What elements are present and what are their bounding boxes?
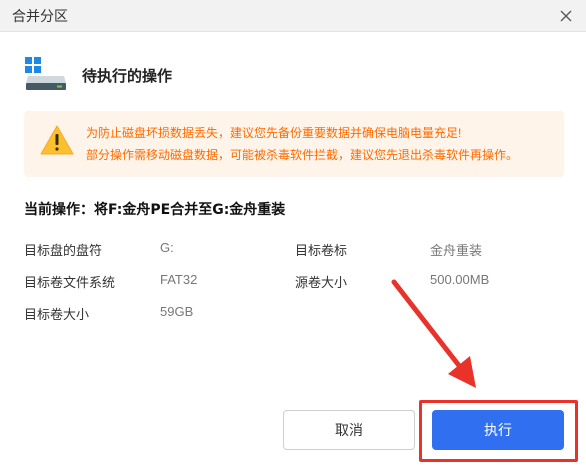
- filesystem-value: FAT32: [160, 272, 198, 287]
- warning-text-line-1: 为防止磁盘坏损数据丢失，建议您先备份重要数据并确保电脑电量充足!: [86, 126, 462, 140]
- filesystem-label: 目标卷文件系统: [24, 276, 116, 291]
- source-size-value: 500.00MB: [430, 272, 490, 287]
- cancel-button[interactable]: 取消: [283, 410, 415, 450]
- windows-disk-icon: [25, 57, 66, 90]
- warning-box: 为防止磁盘坏损数据丢失，建议您先备份重要数据并确保电脑电量充足! 部分操作需移动…: [24, 111, 564, 177]
- target-size-label: 目标卷大小: [24, 308, 90, 323]
- warning-text-line-2: 部分操作需移动磁盘数据，可能被杀毒软件拦截，建议您先退出杀毒软件再操作。: [86, 148, 519, 162]
- red-arrow-icon: [391, 279, 476, 388]
- header-title: 待执行的操作: [82, 67, 173, 85]
- target-disk-label: 目标盘的盘符: [24, 244, 103, 259]
- target-volume-value: 金舟重装: [430, 243, 483, 258]
- title-bar: 合并分区: [0, 0, 586, 32]
- target-disk-value: G:: [160, 240, 174, 255]
- target-size-value: 59GB: [160, 304, 194, 319]
- execute-button[interactable]: 执行: [432, 410, 564, 450]
- source-size-label: 源卷大小: [295, 276, 348, 291]
- current-operation-title: 当前操作：将F:金舟PE合并至G:金舟重装: [24, 202, 286, 218]
- warning-triangle-icon: [40, 125, 74, 155]
- close-button[interactable]: [554, 4, 578, 28]
- close-icon: [560, 10, 572, 22]
- target-volume-label: 目标卷标: [295, 244, 348, 259]
- header-row: 待执行的操作: [24, 56, 564, 92]
- window-title: 合并分区: [12, 9, 68, 25]
